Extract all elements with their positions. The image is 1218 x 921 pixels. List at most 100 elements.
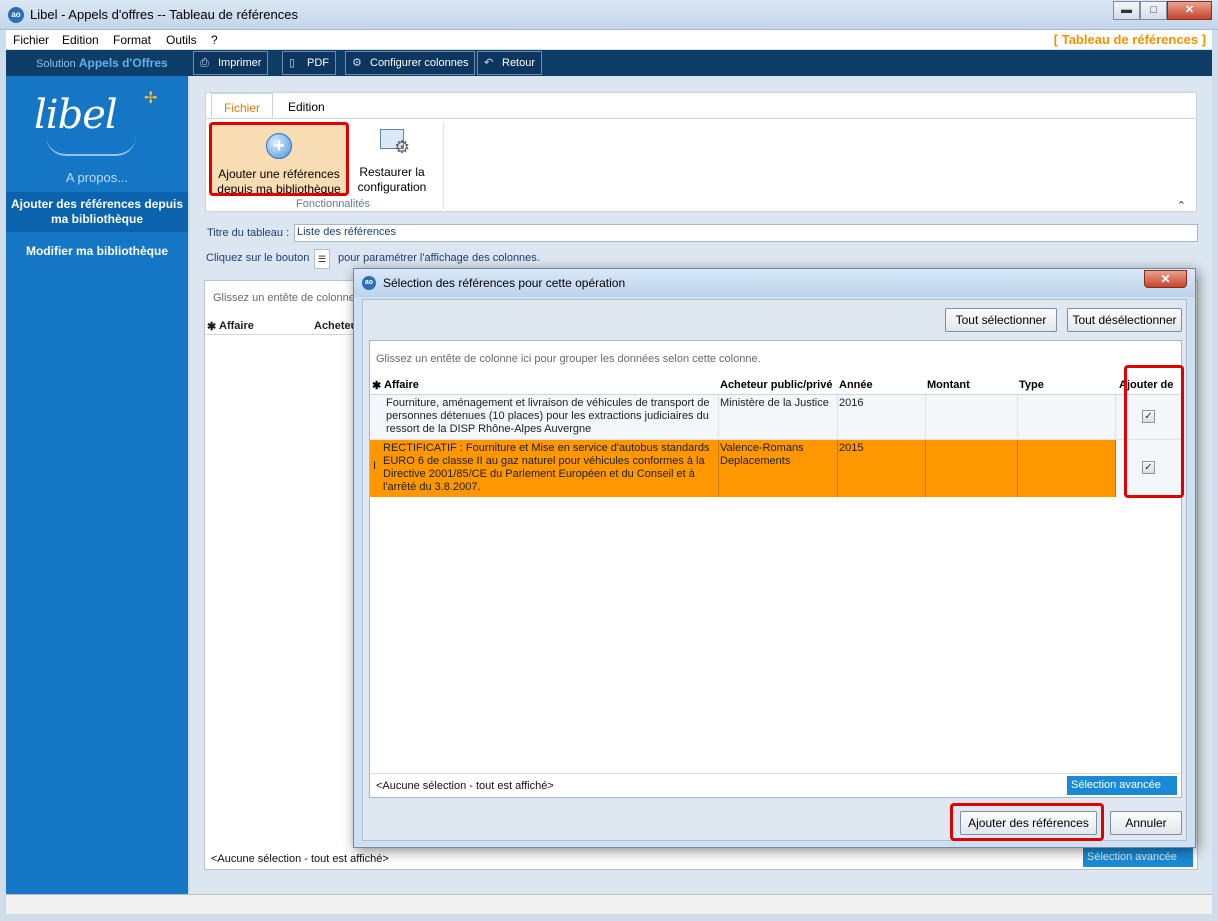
- column-divider: [718, 395, 719, 440]
- back-button[interactable]: ↶ Retour: [477, 51, 543, 75]
- main-toolbar: Solution Appels d'Offres ⎙ Imprimer ▯ PD…: [6, 50, 1212, 76]
- selection-dialog: ao Sélection des références pour cette o…: [353, 268, 1196, 848]
- column-divider: [925, 440, 926, 497]
- dialog-body: Tout sélectionner Tout désélectionner Gl…: [362, 299, 1187, 841]
- about-link[interactable]: A propos...: [6, 170, 188, 185]
- gear-icon: ⚙: [394, 137, 411, 157]
- cell-acheteur: Ministère de la Justice: [720, 397, 829, 409]
- collapse-ribbon-icon[interactable]: ⌃: [1177, 199, 1186, 212]
- pdf-label: PDF: [307, 57, 329, 69]
- menu-outils[interactable]: Outils: [166, 33, 197, 47]
- menu-help[interactable]: ?: [211, 33, 218, 47]
- col-acheteur[interactable]: Acheteu: [314, 320, 357, 332]
- column-divider: [1017, 440, 1018, 497]
- grid-footer: <Aucune sélection - tout est affiché>: [211, 853, 389, 865]
- col-affaire[interactable]: Affaire: [219, 320, 254, 332]
- advanced-selection-button[interactable]: Sélection avancée ...: [1083, 848, 1193, 875]
- column-settings-icon[interactable]: ☰: [314, 249, 330, 269]
- col-acheteur[interactable]: Acheteur public/privé: [720, 379, 836, 391]
- dragonfly-icon: ✢: [144, 90, 158, 107]
- restore-config-label: Restaurer la configuration: [357, 165, 427, 194]
- print-button[interactable]: ⎙ Imprimer: [193, 51, 269, 75]
- column-divider: [837, 440, 838, 497]
- dialog-close-button[interactable]: ✕: [1144, 270, 1187, 288]
- plus-circle-icon: +: [266, 133, 292, 159]
- window-titlebar: ao Libel - Appels d'offres -- Tableau de…: [0, 0, 1218, 30]
- ribbon-group-label: Fonctionnalités: [296, 198, 370, 210]
- cancel-button[interactable]: Annuler: [1110, 811, 1182, 835]
- add-references-button[interactable]: Ajouter des références: [960, 811, 1097, 835]
- restore-config-button[interactable]: ⚙ Restaurer la configuration: [352, 122, 432, 196]
- table-title-label: Titre du tableau :: [207, 227, 290, 239]
- status-bar: [6, 894, 1212, 914]
- solution-label: Solution Appels d'Offres: [36, 56, 168, 70]
- menu-format[interactable]: Format: [113, 33, 151, 47]
- screen-label: [ Tableau de références ]: [1053, 32, 1206, 47]
- logo-text: libel: [34, 92, 118, 138]
- sidebar: libel ✢ A propos... Ajouter des référenc…: [6, 76, 188, 894]
- sidebar-item-add-references[interactable]: Ajouter des références depuis ma bibliot…: [6, 192, 188, 232]
- configure-columns-button[interactable]: ⚙ Configurer colonnes: [345, 51, 476, 75]
- print-label: Imprimer: [218, 57, 262, 69]
- pdf-icon: ▯: [289, 57, 296, 69]
- add-column-highlight: [1124, 365, 1184, 498]
- cell-annee: 2016: [839, 397, 864, 409]
- dialog-grid: Glissez un entête de colonne ici pour gr…: [369, 340, 1184, 803]
- table-row[interactable]: Fourniture, aménagement et livraison de …: [370, 395, 1181, 440]
- dialog-grid-footer: <Aucune sélection - tout est affiché>: [370, 773, 1181, 797]
- column-divider: [925, 395, 926, 440]
- app-icon: ao: [8, 7, 24, 23]
- column-divider: [837, 395, 838, 440]
- col-type[interactable]: Type: [1019, 379, 1044, 391]
- dialog-advanced-selection-button[interactable]: Sélection avancée ...: [1067, 776, 1177, 803]
- group-drag-hint: Glissez un entête de colonne: [213, 292, 355, 304]
- cell-affaire: RECTIFICATIF : Fourniture et Mise en ser…: [383, 442, 710, 493]
- maximize-button[interactable]: □: [1140, 1, 1167, 20]
- col-montant[interactable]: Montant: [927, 379, 970, 391]
- add-from-library-label: Ajouter une références depuis ma bibliot…: [217, 167, 341, 196]
- add-from-library-button[interactable]: + Ajouter une références depuis ma bibli…: [209, 122, 349, 196]
- ribbon-body: + Ajouter une références depuis ma bibli…: [206, 118, 1196, 213]
- dialog-titlebar: ao Sélection des références pour cette o…: [354, 269, 1195, 297]
- column-divider: [718, 440, 719, 497]
- window-title: Libel - Appels d'offres -- Tableau de ré…: [30, 7, 298, 22]
- dialog-grid-header: ✱ Affaire Acheteur public/privé Année Mo…: [370, 376, 1181, 395]
- pdf-button[interactable]: ▯ PDF: [282, 51, 336, 75]
- printer-icon: ⎙: [200, 57, 209, 69]
- dialog-title: Sélection des références pour cette opér…: [383, 276, 626, 290]
- menu-fichier[interactable]: Fichier: [13, 33, 49, 47]
- select-all-button[interactable]: Tout sélectionner: [945, 308, 1057, 332]
- minimize-button[interactable]: ▬: [1113, 1, 1140, 20]
- sidebar-item-edit-library[interactable]: Modifier ma bibliothèque: [6, 234, 188, 268]
- dialog-app-icon: ao: [362, 276, 376, 290]
- new-row-icon: ✱: [207, 321, 217, 333]
- tab-fichier[interactable]: Fichier: [211, 93, 274, 118]
- new-row-icon: ✱: [372, 380, 382, 392]
- table-row[interactable]: I RECTIFICATIF : Fourniture et Mise en s…: [370, 440, 1181, 497]
- ribbon: Fichier Edition + Ajouter une références…: [205, 92, 1197, 212]
- col-annee[interactable]: Année: [839, 379, 873, 391]
- menu-bar: Fichier Edition Format Outils ? [ Tablea…: [6, 30, 1212, 50]
- hint-text-before: Cliquez sur le bouton: [206, 252, 310, 264]
- product-name: Appels d'Offres: [78, 56, 168, 70]
- column-divider: [1017, 395, 1018, 440]
- grid-header: ✱ Affaire Acheteu: [205, 315, 365, 335]
- solution-text: Solution: [36, 58, 76, 70]
- col-affaire[interactable]: Affaire: [384, 379, 419, 391]
- gears-icon: ⚙: [352, 57, 362, 69]
- text-cursor-icon: I: [373, 460, 377, 472]
- column-divider: [1115, 395, 1116, 440]
- configure-columns-label: Configurer colonnes: [370, 57, 469, 69]
- return-arrow-icon: ↶: [484, 57, 494, 69]
- menu-edition[interactable]: Edition: [62, 33, 99, 47]
- deselect-all-button[interactable]: Tout désélectionner: [1067, 308, 1182, 332]
- ribbon-separator: [443, 122, 444, 209]
- cell-annee: 2015: [839, 442, 864, 454]
- tab-edition[interactable]: Edition: [276, 93, 337, 118]
- table-title-input[interactable]: Liste des références: [294, 224, 1198, 242]
- cell-affaire: Fourniture, aménagement et livraison de …: [386, 397, 710, 435]
- hint-text-after: pour paramétrer l'affichage des colonnes…: [338, 252, 540, 264]
- logo-swoosh: [46, 136, 136, 156]
- back-label: Retour: [502, 57, 536, 69]
- close-button[interactable]: ✕: [1167, 1, 1212, 20]
